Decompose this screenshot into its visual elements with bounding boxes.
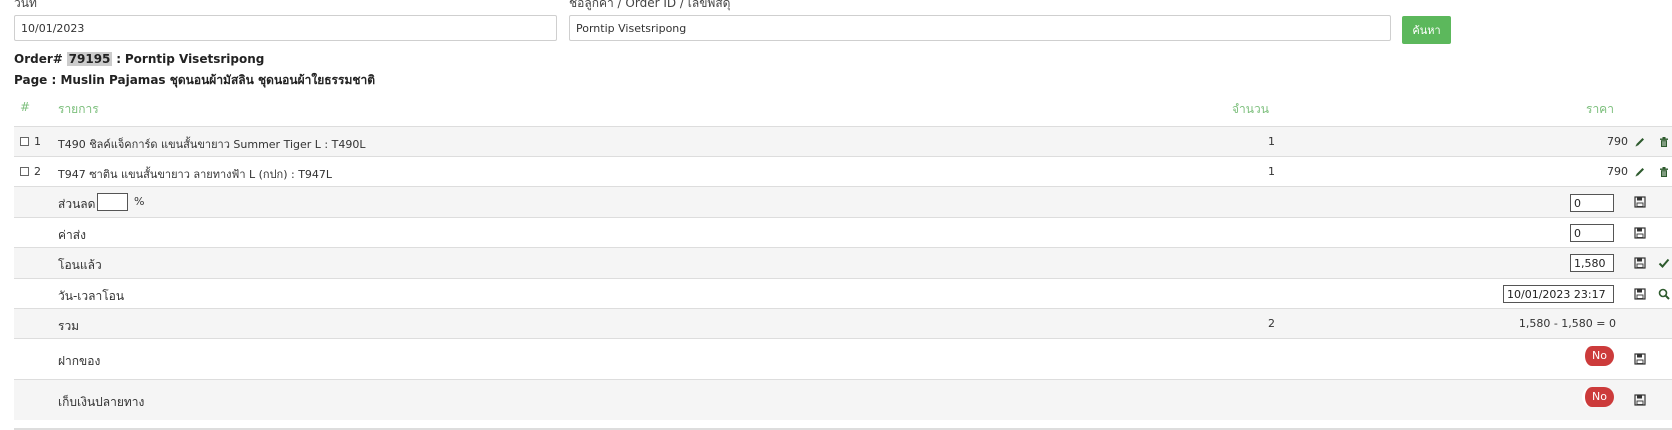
cod-row: เก็บเงินปลายทาง No [14,379,1672,420]
check-icon[interactable] [1658,257,1670,269]
discount-percent-input[interactable] [97,193,128,211]
deposit-row: ฝากของ No [14,338,1672,379]
search-button[interactable]: ค้นหา [1402,16,1451,44]
pencil-icon[interactable] [1634,166,1646,178]
order-prefix: Order# [14,52,63,66]
page-line: Page : Muslin Pajamas ชุดนอนผ้ามัสลิน ชุ… [14,73,376,87]
shipping-input[interactable] [1570,224,1614,242]
row-checkbox[interactable] [20,137,29,146]
percent-sign: % [134,195,145,208]
trash-icon[interactable] [1658,166,1670,178]
order-separator: : [116,52,122,66]
transferred-label: โอนแล้ว [58,258,102,272]
magnifier-icon[interactable] [1658,288,1670,300]
row-number: 2 [34,165,41,178]
date-label: วันที่ [14,0,37,10]
transferred-input[interactable] [1570,254,1614,272]
order-heading: Order# 79195 : Porntip Visetsripong [14,52,264,66]
floppy-disk-icon[interactable] [1634,257,1646,269]
shipping-label: ค่าส่ง [58,228,86,242]
item-price: 790 [1607,165,1628,178]
floppy-disk-icon[interactable] [1634,353,1646,365]
item-name: T490 ชิลค์แจ็คการ์ด แขนสั้นขายาว Summer … [58,138,366,151]
date-input[interactable] [14,15,557,41]
pencil-icon[interactable] [1634,136,1646,148]
transfer-time-label: วัน-เวลาโอน [58,289,125,303]
floppy-disk-icon[interactable] [1634,394,1646,406]
cod-toggle[interactable]: No [1582,387,1614,407]
shipping-row: ค่าส่ง [14,217,1672,247]
discount-row: ส่วนลด % [14,186,1672,217]
floppy-disk-icon[interactable] [1634,196,1646,208]
customer-search-label: ชื่อลูกค้า / Order ID / เลขพัสดุ [569,0,731,10]
table-row: 1 T490 ชิลค์แจ็คการ์ด แขนสั้นขายาว Summe… [14,126,1672,156]
header-item: รายการ [58,102,99,116]
customer-search-input[interactable] [569,15,1391,41]
total-row: รวม 2 1,580 - 1,580 = 0 [14,308,1672,338]
discount-label: ส่วนลด [58,197,96,211]
table-row: 2 T947 ซาติน แขนสั้นขายาว ลายทางฟ้า L (ก… [14,156,1672,186]
total-summary: 1,580 - 1,580 = 0 [1518,317,1616,330]
transfer-time-input[interactable] [1503,285,1614,303]
transferred-row: โอนแล้ว [14,247,1672,278]
order-id: 79195 [66,52,113,66]
total-label: รวม [58,319,80,333]
order-customer: Porntip Visetsripong [124,52,265,66]
header-price: ราคา [1586,102,1614,116]
row-checkbox[interactable] [20,167,29,176]
transfer-time-row: วัน-เวลาโอน [14,278,1672,308]
floppy-disk-icon[interactable] [1634,227,1646,239]
item-qty: 1 [1268,135,1275,148]
floppy-disk-icon[interactable] [1634,288,1646,300]
trash-icon[interactable] [1658,136,1670,148]
item-qty: 1 [1268,165,1275,178]
total-qty: 2 [1268,317,1275,330]
item-name: T947 ซาติน แขนสั้นขายาว ลายทางฟ้า L (กปก… [58,168,333,181]
item-price: 790 [1607,135,1628,148]
header-qty: จำนวน [1232,102,1269,116]
deposit-label: ฝากของ [58,354,101,368]
header-index: # [20,100,31,114]
row-number: 1 [34,135,41,148]
cod-label: เก็บเงินปลายทาง [58,395,145,409]
table-header: # รายการ จำนวน ราคา [14,92,1672,126]
discount-input[interactable] [1570,194,1614,212]
deposit-toggle[interactable]: No [1582,346,1614,366]
